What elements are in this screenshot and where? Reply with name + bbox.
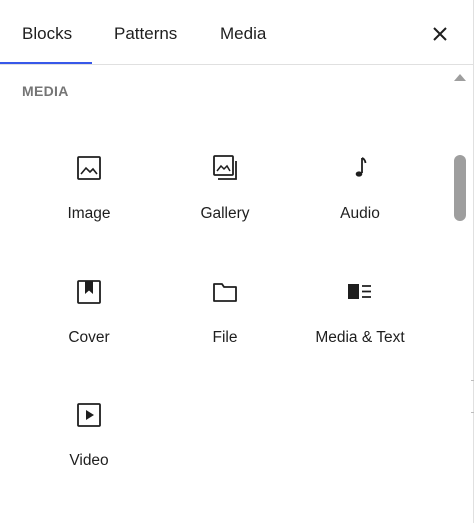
file-icon: [213, 283, 237, 302]
block-video[interactable]: Video: [21, 401, 157, 511]
block-label: Media & Text: [315, 329, 405, 346]
scrollbar-thumb[interactable]: [454, 155, 466, 221]
close-button[interactable]: [426, 20, 454, 48]
tab-media[interactable]: Media: [220, 0, 266, 64]
image-icon: [77, 156, 101, 180]
cover-icon: [77, 280, 101, 304]
block-audio[interactable]: Audio: [292, 154, 428, 264]
section-title: MEDIA: [22, 83, 69, 99]
gallery-icon: [213, 155, 237, 180]
video-icon: [77, 403, 101, 427]
media-text-icon: [348, 284, 371, 299]
tab-blocks[interactable]: Blocks: [22, 0, 72, 64]
scroll-up-arrow-icon[interactable]: [453, 72, 467, 82]
block-gallery[interactable]: Gallery: [157, 154, 293, 264]
block-image[interactable]: Image: [21, 154, 157, 264]
active-tab-indicator: [0, 62, 92, 64]
block-media-text[interactable]: Media & Text: [292, 278, 428, 388]
block-inserter-panel: Blocks Patterns Media MEDIA Image Galler…: [0, 0, 474, 523]
block-label: Cover: [68, 329, 110, 346]
audio-icon: [355, 157, 367, 177]
block-file[interactable]: File: [157, 278, 293, 388]
block-label: File: [212, 329, 238, 346]
block-label: Gallery: [200, 205, 250, 222]
close-icon: [433, 27, 447, 41]
block-label: Image: [67, 205, 111, 222]
block-cover[interactable]: Cover: [21, 278, 157, 388]
inserter-tabs: Blocks Patterns Media: [0, 0, 474, 65]
block-label: Video: [69, 452, 109, 469]
block-label: Audio: [340, 205, 380, 222]
tab-patterns[interactable]: Patterns: [114, 0, 177, 64]
